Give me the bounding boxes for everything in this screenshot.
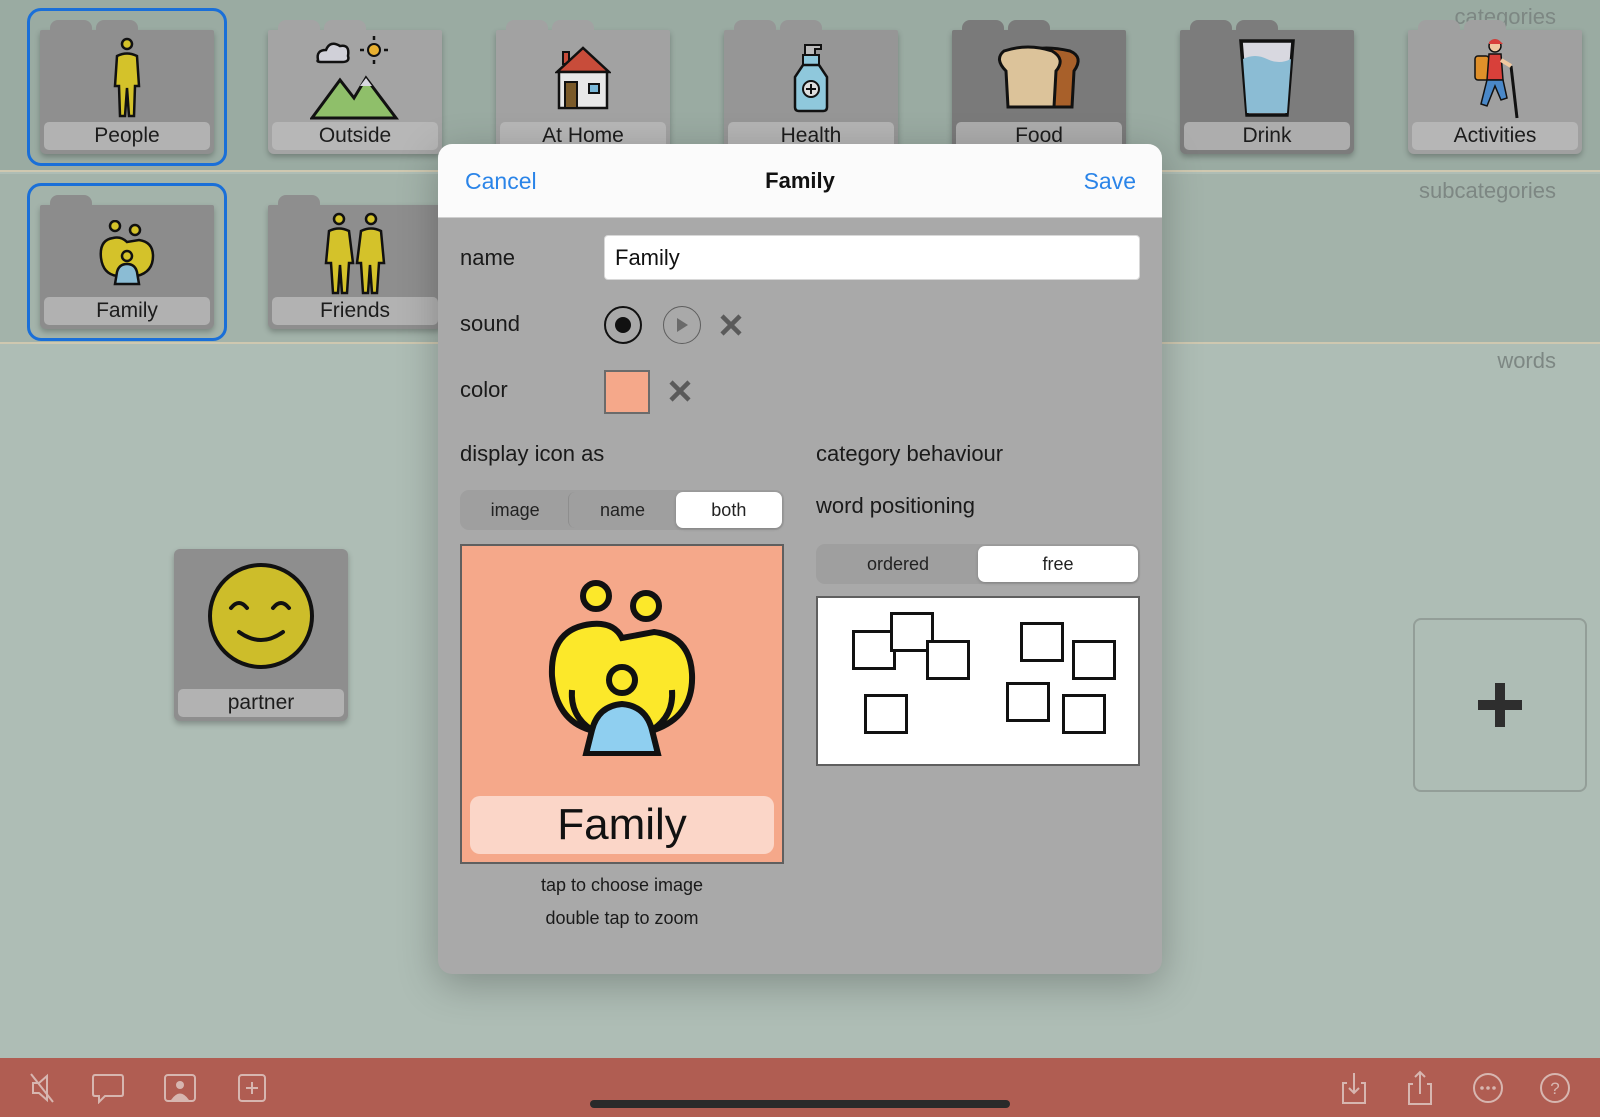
- word-placeholder: [1006, 682, 1050, 722]
- tile-label: People: [44, 122, 210, 150]
- home-indicator[interactable]: [590, 1100, 1010, 1108]
- words-section-label: words: [1497, 348, 1556, 373]
- help-icon[interactable]: ?: [1537, 1070, 1573, 1106]
- speech-bubble-icon[interactable]: [90, 1070, 126, 1106]
- mountain-sun-icon: [268, 34, 442, 122]
- positioning-option-ordered[interactable]: ordered: [818, 546, 978, 582]
- friends-icon: [268, 209, 442, 297]
- tile-label: partner: [178, 689, 344, 717]
- word-placeholder: [1062, 694, 1106, 734]
- icon-preview[interactable]: Family: [460, 544, 784, 864]
- display-mode-segmented-control: image name both: [460, 490, 784, 530]
- category-tile-health[interactable]: Health: [724, 20, 898, 154]
- bread-icon: [952, 34, 1126, 122]
- house-icon: [496, 34, 670, 122]
- category-tile-people[interactable]: People: [40, 20, 214, 154]
- category-tile-outside[interactable]: Outside: [268, 20, 442, 154]
- play-icon: [677, 318, 688, 332]
- bottom-toolbar: ?: [0, 1058, 1600, 1117]
- add-square-icon[interactable]: [234, 1070, 270, 1106]
- word-tile-partner[interactable]: partner: [174, 549, 348, 721]
- category-tile-at-home[interactable]: At Home: [496, 20, 670, 154]
- word-placeholder: [1020, 622, 1064, 662]
- record-sound-button[interactable]: [604, 306, 642, 344]
- play-sound-button[interactable]: [663, 306, 701, 344]
- smiling-face-icon: [174, 561, 348, 671]
- free-positioning-illustration: [816, 596, 1140, 766]
- person-icon: [40, 34, 214, 122]
- close-icon: [669, 380, 691, 402]
- save-button[interactable]: Save: [1084, 168, 1136, 195]
- name-label: name: [460, 245, 516, 270]
- positioning-option-free[interactable]: free: [978, 546, 1138, 582]
- clear-sound-button[interactable]: [716, 310, 746, 340]
- hiker-icon: [1408, 34, 1582, 122]
- word-positioning-segmented-control: ordered free: [816, 544, 1140, 584]
- category-behaviour-label: category behaviour: [816, 441, 1004, 466]
- tile-label: Friends: [272, 297, 438, 325]
- family-icon: [462, 580, 782, 756]
- edit-category-dialog: Cancel Family Save name sound color disp…: [438, 144, 1162, 974]
- display-option-image[interactable]: image: [462, 492, 568, 528]
- display-option-both[interactable]: both: [675, 492, 782, 528]
- tile-label: Outside: [272, 122, 438, 150]
- color-label: color: [460, 377, 508, 402]
- subcategory-tile-friends[interactable]: Friends: [268, 195, 442, 329]
- clear-color-button[interactable]: [665, 376, 695, 406]
- name-input[interactable]: [604, 235, 1140, 280]
- sanitizer-bottle-icon: [724, 34, 898, 122]
- category-tile-food[interactable]: Food: [952, 20, 1126, 154]
- add-word-button[interactable]: [1413, 618, 1587, 792]
- share-icon[interactable]: [1402, 1070, 1438, 1106]
- contact-card-icon[interactable]: [162, 1070, 198, 1106]
- import-icon[interactable]: [1336, 1070, 1372, 1106]
- family-icon: [40, 209, 214, 297]
- record-icon: [615, 317, 631, 333]
- word-placeholder: [864, 694, 908, 734]
- subcategory-tile-family[interactable]: Family: [40, 195, 214, 329]
- category-tile-activities[interactable]: Activities: [1408, 20, 1582, 154]
- dialog-header: Cancel Family Save: [438, 144, 1162, 218]
- subcategories-section-label: subcategories: [1419, 178, 1556, 203]
- word-placeholder: [1072, 640, 1116, 680]
- double-tap-hint: double tap to zoom: [545, 908, 699, 928]
- plus-icon: [1478, 683, 1522, 727]
- tile-label: Family: [44, 297, 210, 325]
- mute-speaker-icon[interactable]: [24, 1070, 60, 1106]
- sound-label: sound: [460, 311, 520, 336]
- tile-label: Drink: [1184, 122, 1350, 150]
- dialog-title: Family: [765, 168, 835, 193]
- tap-to-choose-hint: tap to choose image: [540, 875, 704, 895]
- close-icon: [720, 314, 742, 336]
- preview-label: Family: [470, 796, 774, 854]
- tile-label: Activities: [1412, 122, 1578, 150]
- display-option-name[interactable]: name: [568, 492, 675, 528]
- more-icon[interactable]: [1470, 1070, 1506, 1106]
- category-tile-drink[interactable]: Drink: [1180, 20, 1354, 154]
- word-placeholder: [926, 640, 970, 680]
- svg-text:?: ?: [1550, 1079, 1559, 1098]
- word-positioning-label: word positioning: [816, 493, 975, 518]
- display-icon-as-label: display icon as: [460, 441, 605, 466]
- glass-of-water-icon: [1180, 34, 1354, 122]
- color-swatch[interactable]: [604, 370, 650, 414]
